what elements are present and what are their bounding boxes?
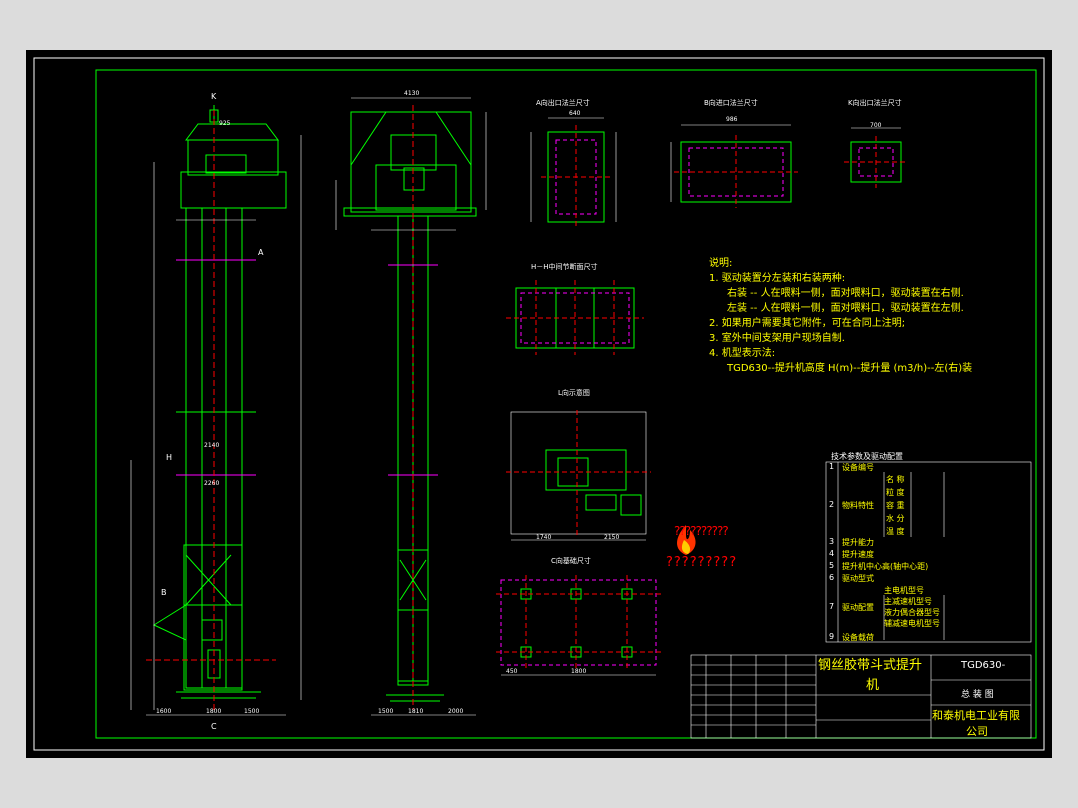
dim-left-1600: 1600 — [156, 708, 172, 715]
dim-left-2140: 2140 — [204, 442, 220, 449]
note-line-6: 4. 机型表示法: — [709, 348, 776, 359]
dim-left-2260: 2260 — [204, 480, 220, 487]
dim-a-640: 640 — [569, 110, 581, 117]
dim-k-700: 700 — [870, 122, 882, 129]
company-line2: 公司 — [966, 725, 988, 738]
label-k: K — [211, 92, 217, 101]
logo-text-top: ?????????? — [674, 524, 729, 538]
dim-mid-2000: 2000 — [448, 708, 464, 715]
drawing-sheet: A向出口法兰尺寸 B向进口法兰尺寸 K向出口法兰尺寸 H－H中间节断面尺寸 L向… — [26, 50, 1052, 758]
left-elevation-dimlines — [130, 135, 302, 716]
param-row: 1 设备编号 — [829, 462, 874, 472]
drawing-title-line1: 钢丝胶带斗式提升 — [818, 658, 923, 673]
notes-heading: 说明: — [709, 258, 733, 269]
dim-left-1800: 1800 — [206, 708, 222, 715]
drawing-title-line2: 机 — [866, 678, 880, 693]
view-b-label: B向进口法兰尺寸 — [704, 99, 758, 107]
param-row: 4 提升速度 — [829, 549, 874, 559]
middle-elevation — [343, 111, 477, 702]
left-elevation — [152, 105, 287, 699]
view-k-label: K向出口法兰尺寸 — [848, 99, 902, 107]
dim-l-1740: 1740 — [536, 534, 552, 541]
view-l-label: L向示意图 — [558, 389, 590, 397]
note-line-7: TGD630--提升机高度 H(m)--提升量 (m3/h)--左(右)装 — [727, 363, 973, 374]
note-line-4: 2. 如果用户需要其它附件，可在合同上注明; — [709, 318, 906, 329]
dim-mid-1500: 1500 — [378, 708, 394, 715]
view-hh — [506, 280, 644, 355]
param-row: 9 设备载荷 — [829, 632, 874, 642]
dim-mid-top-width: 4130 — [404, 90, 420, 97]
param-row: 3 提升能力 — [829, 537, 874, 547]
dim-left-925: 925 — [219, 120, 231, 127]
company-line1: 和泰机电工业有限 — [932, 709, 1020, 722]
view-l — [506, 410, 651, 541]
label-h: H — [166, 453, 173, 462]
label-c: C — [211, 722, 217, 731]
drawing-type: 总 装 图 — [961, 690, 994, 700]
cad-drawing — [33, 57, 1045, 751]
dim-c-450: 450 — [506, 668, 518, 675]
note-line-3: 左装 -- 人在喂料一侧，面对喂料口，驱动装置在左侧. — [727, 303, 964, 314]
middle-elevation-dimlines — [335, 97, 487, 716]
label-a: A — [258, 248, 264, 257]
view-k — [844, 127, 908, 188]
view-c — [496, 575, 661, 676]
label-b: B — [161, 588, 167, 597]
view-a — [530, 117, 617, 228]
param-row: 2 物料特性 名 称 粒 度 容 重 水 分 温 度 — [829, 475, 905, 536]
dim-c-1800: 1800 — [571, 668, 587, 675]
view-c-label: C向基础尺寸 — [551, 557, 591, 565]
dim-l-2150: 2150 — [604, 534, 620, 541]
param-row: 6 驱动型式 — [829, 573, 874, 583]
logo-text-bottom: ????????? — [666, 555, 738, 570]
dim-mid-1810: 1810 — [408, 708, 424, 715]
view-b — [670, 124, 798, 208]
note-line-5: 3. 室外中间支架用户现场自制. — [709, 333, 845, 344]
note-line-1: 1. 驱动装置分左装和右装两种: — [709, 273, 846, 284]
view-hh-label: H－H中间节断面尺寸 — [531, 263, 598, 271]
param-heading: 技术参数及驱动配置 — [831, 452, 903, 461]
view-a-label: A向出口法兰尺寸 — [536, 99, 590, 107]
param-row: 5 提升机中心高(轴中心距) — [829, 561, 929, 571]
param-row: 7 驱动配置 主电机型号 主减速机型号 液力偶合器型号 辅减速电机型号 — [829, 586, 940, 628]
notes-block: 说明: 1. 驱动装置分左装和右装两种: 右装 -- 人在喂料一侧，面对喂料口，… — [709, 256, 972, 376]
note-line-2: 右装 -- 人在喂料一侧，面对喂料口，驱动装置在右侧. — [727, 288, 964, 299]
dim-left-1500: 1500 — [244, 708, 260, 715]
dim-b-986: 986 — [726, 116, 738, 123]
param-table: 1 设备编号 2 物料特性 名 称 粒 度 容 重 水 分 温 度 3 提升能力… — [826, 462, 1031, 642]
drawing-model: TGD630- — [961, 660, 1006, 671]
